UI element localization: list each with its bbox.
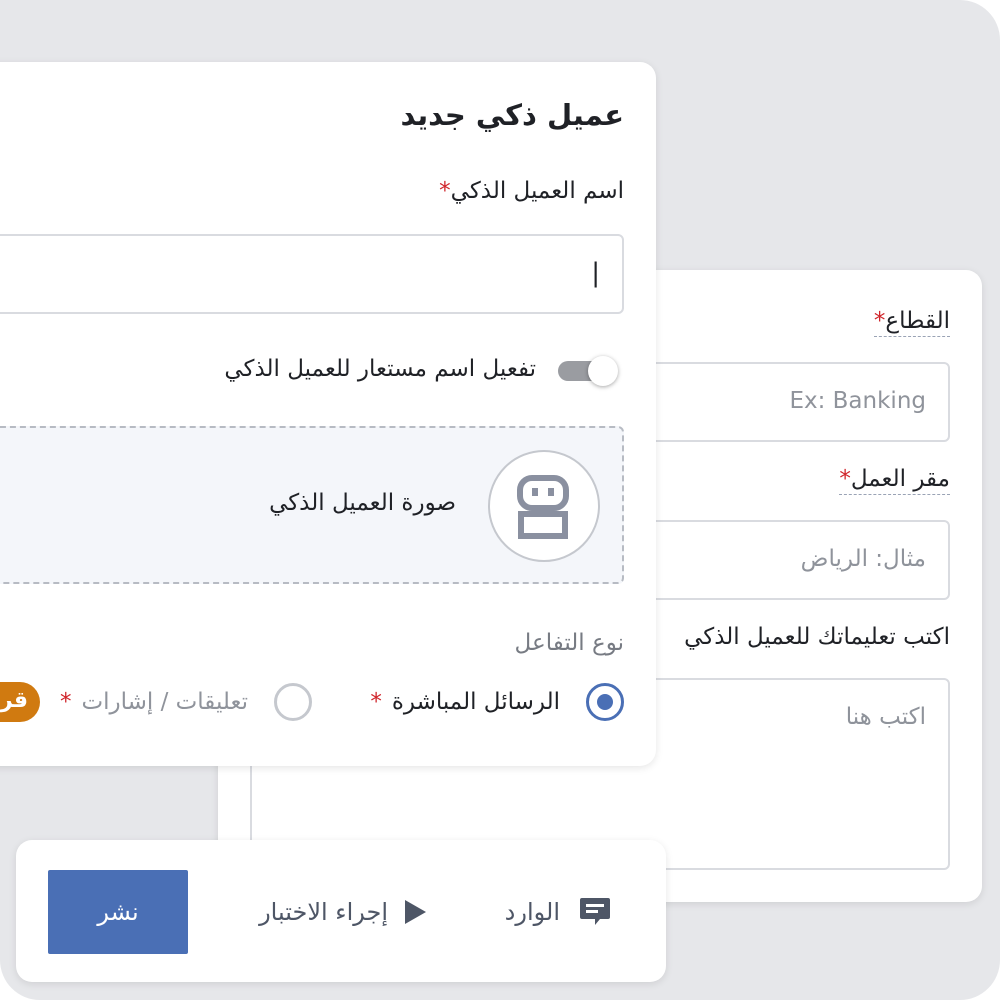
sector-label: القطاع* — [873, 308, 950, 337]
sector-input[interactable]: Ex: Banking — [632, 362, 950, 442]
radio-direct-messages-label: الرسائل المباشرة — [391, 689, 560, 715]
card-title: عميل ذكي جديد — [400, 98, 624, 132]
inbox-label: الوارد — [504, 898, 560, 926]
required-mark: * — [439, 178, 451, 204]
robot-icon — [517, 475, 569, 539]
required-mark: * — [873, 308, 886, 334]
bottom-action-bar: الوارد إجراء الاختبار نشر — [16, 840, 666, 982]
run-test-label: إجراء الاختبار — [259, 898, 388, 926]
canvas-background: القطاع* Ex: Banking مقر العمل* مثال: الر… — [0, 0, 1000, 1000]
location-placeholder: مثال: الرياض — [800, 546, 926, 572]
run-test-button[interactable]: إجراء الاختبار — [259, 892, 428, 932]
required-mark: * — [839, 466, 851, 492]
location-input[interactable]: مثال: الرياض — [632, 520, 950, 600]
inbox-button[interactable]: الوارد — [505, 892, 612, 932]
required-mark: * — [59, 689, 72, 715]
toggle-knob — [588, 356, 618, 386]
text-cursor: | — [591, 258, 600, 288]
sector-placeholder: Ex: Banking — [789, 388, 926, 414]
radio-direct-messages[interactable]: الرسائل المباشرة * — [370, 682, 624, 722]
agent-name-input[interactable]: | — [0, 234, 624, 314]
alias-toggle[interactable] — [558, 356, 618, 386]
radio-comments-mentions[interactable]: تعليقات / إشارات * — [60, 682, 312, 722]
status-badge: قر — [0, 682, 40, 722]
required-mark: * — [370, 689, 382, 715]
sector-label-text: القطاع — [885, 308, 950, 334]
avatar-upload-zone[interactable]: صورة العميل الذكي — [0, 426, 624, 584]
radio-selected-icon — [586, 683, 624, 721]
radio-comments-mentions-label: تعليقات / إشارات — [81, 689, 248, 715]
interaction-type-label: نوع التفاعل — [514, 630, 624, 656]
location-label-text: مقر العمل — [850, 466, 950, 492]
avatar-upload-label: صورة العميل الذكي — [269, 490, 456, 516]
publish-button[interactable]: نشر — [48, 870, 188, 954]
new-agent-card: عميل ذكي جديد اسم العميل الذكي* | تفعيل … — [0, 62, 656, 766]
radio-unselected-icon — [274, 683, 312, 721]
chat-icon — [580, 898, 610, 925]
play-icon — [405, 900, 426, 924]
instructions-label: اكتب تعليماتك للعميل الذكي — [684, 624, 950, 650]
avatar-circle — [488, 450, 600, 562]
alias-toggle-label: تفعيل اسم مستعار للعميل الذكي — [224, 356, 536, 382]
publish-label: نشر — [97, 898, 139, 926]
instructions-placeholder: اكتب هنا — [845, 704, 926, 730]
agent-name-label: اسم العميل الذكي* — [439, 178, 624, 204]
agent-name-label-text: اسم العميل الذكي — [450, 178, 624, 204]
location-label: مقر العمل* — [839, 466, 950, 495]
status-badge-text: قر — [0, 688, 29, 713]
